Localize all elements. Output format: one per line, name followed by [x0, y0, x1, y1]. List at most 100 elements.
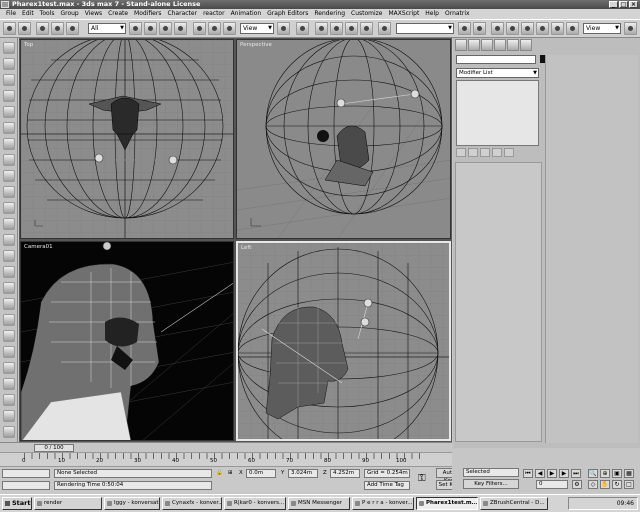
percent-snap-icon[interactable]: [345, 22, 358, 35]
time-slider[interactable]: 0 / 100: [34, 444, 74, 452]
viewport-label-perspective[interactable]: Perspective: [240, 42, 272, 48]
tool-icon-17[interactable]: [3, 298, 15, 310]
tool-icon-25[interactable]: [3, 426, 15, 438]
app-icon[interactable]: [1, 1, 9, 8]
tool-icon-4[interactable]: [3, 90, 15, 102]
tool-icon-11[interactable]: [3, 202, 15, 214]
tool-icon-12[interactable]: [3, 218, 15, 230]
tool-icon-7[interactable]: [3, 138, 15, 150]
zoom-all-icon[interactable]: ⊕: [600, 469, 610, 478]
pin-stack-icon[interactable]: [456, 148, 466, 157]
menu-reactor[interactable]: reactor: [200, 9, 228, 19]
menu-help[interactable]: Help: [422, 9, 442, 19]
schematic-view-icon[interactable]: [521, 22, 534, 35]
edit-named-selection-icon[interactable]: [378, 22, 391, 35]
menu-rendering[interactable]: Rendering: [311, 9, 348, 19]
spinner-snap-icon[interactable]: [360, 22, 373, 35]
viewport-left[interactable]: Left: [236, 241, 451, 441]
y-coordinate-field[interactable]: 3.024m: [288, 469, 318, 478]
snaps-toggle-icon[interactable]: [315, 22, 328, 35]
pan-icon[interactable]: ✋: [600, 480, 610, 489]
hierarchy-tab-icon[interactable]: [481, 39, 493, 51]
lock-selection-icon[interactable]: 🔒: [216, 470, 223, 476]
menu-tools[interactable]: Tools: [37, 9, 58, 19]
menu-modifiers[interactable]: Modifiers: [131, 9, 164, 19]
tool-icon-10[interactable]: [3, 186, 15, 198]
absolute-mode-icon[interactable]: ⊞: [228, 470, 233, 476]
time-config-icon[interactable]: ⚙: [572, 480, 582, 489]
menu-animation[interactable]: Animation: [228, 9, 265, 19]
modify-tab-icon[interactable]: [468, 39, 480, 51]
zoom-extents-all-icon[interactable]: ▦: [624, 469, 634, 478]
zoom-icon[interactable]: 🔍: [588, 469, 598, 478]
teapot-render-icon[interactable]: [624, 22, 637, 35]
tool-icon-14[interactable]: [3, 250, 15, 262]
configure-sets-icon[interactable]: [504, 148, 514, 157]
named-selection-dropdown[interactable]: [396, 23, 454, 34]
tool-icon-8[interactable]: [3, 154, 15, 166]
minimize-button[interactable]: _: [609, 1, 618, 8]
tool-icon-19[interactable]: [3, 330, 15, 342]
menu-edit[interactable]: Edit: [19, 9, 37, 19]
tool-icon-13[interactable]: [3, 234, 15, 246]
menu-create[interactable]: Create: [105, 9, 131, 19]
menu-customize[interactable]: Customize: [348, 9, 386, 19]
zoom-extents-icon[interactable]: ▣: [612, 469, 622, 478]
taskbar-item-zbrush[interactable]: ZBrushCentral - D...: [480, 497, 548, 510]
unlink-icon[interactable]: [51, 22, 64, 35]
z-coordinate-field[interactable]: 4.252m: [330, 469, 360, 478]
angle-snap-icon[interactable]: [330, 22, 343, 35]
taskbar-item-pharex[interactable]: Pharex1test.m...: [416, 497, 478, 510]
tool-icon-6[interactable]: [3, 122, 15, 134]
display-tab-icon[interactable]: [507, 39, 519, 51]
taskbar-item-msn[interactable]: MSN Messenger: [288, 497, 350, 510]
bind-space-warp-icon[interactable]: [66, 22, 79, 35]
tool-icon-9[interactable]: [3, 170, 15, 182]
previous-frame-icon[interactable]: ◀: [535, 469, 545, 478]
mirror-icon[interactable]: [458, 22, 471, 35]
tool-icon-1[interactable]: [3, 42, 15, 54]
viewport-camera[interactable]: Camera01: [20, 241, 234, 441]
align-icon[interactable]: [473, 22, 486, 35]
reference-coord-dropdown[interactable]: View: [240, 23, 274, 34]
maxscript-output-mini[interactable]: [2, 481, 50, 490]
create-tab-icon[interactable]: [455, 39, 467, 51]
rotate-icon[interactable]: [208, 22, 221, 35]
maximize-viewport-icon[interactable]: □: [624, 480, 634, 489]
rectangular-selection-icon[interactable]: [159, 22, 172, 35]
track-bar[interactable]: 0 10 20 30 40 50 60 70 80 90 100: [0, 452, 452, 466]
menu-views[interactable]: Views: [82, 9, 105, 19]
make-unique-icon[interactable]: [480, 148, 490, 157]
tool-icon-5[interactable]: [3, 106, 15, 118]
add-time-tag-button[interactable]: Add Time Tag: [364, 481, 410, 490]
utilities-tab-icon[interactable]: [520, 39, 532, 51]
viewport-perspective[interactable]: Perspective: [236, 39, 451, 239]
maxscript-listener-mini[interactable]: [2, 469, 50, 478]
taskbar-item-cynaxfx[interactable]: Cynaxfx - konver...: [162, 497, 222, 510]
next-frame-icon[interactable]: ▶: [559, 469, 569, 478]
modifier-list-dropdown[interactable]: Modifier List: [456, 68, 539, 78]
tool-icon-23[interactable]: [3, 394, 15, 406]
tool-icon-3[interactable]: [3, 74, 15, 86]
redo-icon[interactable]: [18, 22, 31, 35]
render-scene-icon[interactable]: [551, 22, 564, 35]
menu-ornatrix[interactable]: Ornatrix: [442, 9, 473, 19]
undo-icon[interactable]: [3, 22, 16, 35]
close-button[interactable]: ×: [629, 1, 638, 8]
menu-graph-editors[interactable]: Graph Editors: [264, 9, 311, 19]
current-frame-field[interactable]: 0: [536, 480, 568, 489]
tool-icon-21[interactable]: [3, 362, 15, 374]
start-button[interactable]: Start: [2, 497, 32, 510]
window-crossing-icon[interactable]: [174, 22, 187, 35]
pivot-center-icon[interactable]: [277, 22, 290, 35]
viewport-label-camera[interactable]: Camera01: [24, 244, 53, 250]
select-by-name-icon[interactable]: [144, 22, 157, 35]
taskbar-item-render[interactable]: render: [34, 497, 102, 510]
curve-editor-icon[interactable]: [506, 22, 519, 35]
select-object-icon[interactable]: [129, 22, 142, 35]
field-of-view-icon[interactable]: ◇: [588, 480, 598, 489]
select-manipulate-icon[interactable]: [296, 22, 309, 35]
taskbar-item-perra[interactable]: P e r r a - konver...: [352, 497, 414, 510]
tool-icon-24[interactable]: [3, 410, 15, 422]
play-icon[interactable]: ▶: [547, 469, 557, 478]
